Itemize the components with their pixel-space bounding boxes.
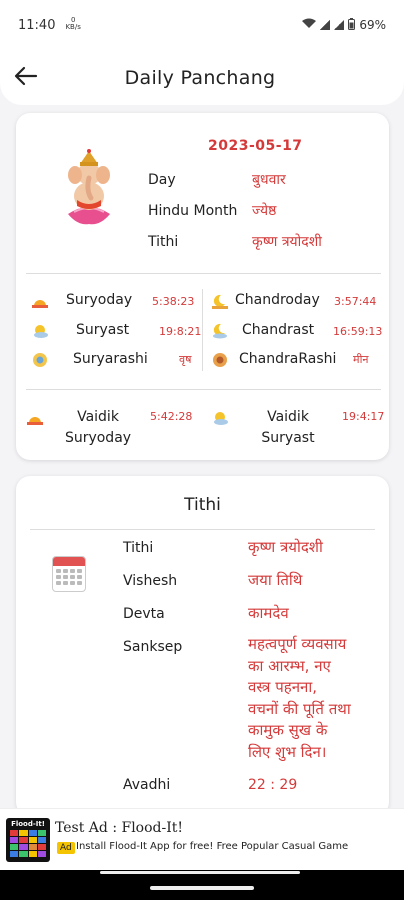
vaidik-suryoday-label: Vaidik Suryoday (58, 407, 138, 449)
sun-sign-icon (31, 351, 49, 369)
nav-indicator-line (100, 871, 300, 874)
moon-sign-icon (211, 351, 229, 369)
avadhi-label: Avadhi (123, 777, 171, 793)
moonset-icon (211, 322, 229, 340)
moonrise-icon (211, 292, 229, 310)
tithi-value: कृष्ण त्रयोदशी (252, 234, 322, 250)
ad-logo-text: Flood-It! (11, 820, 45, 828)
data-rate-unit: KB/s (65, 23, 81, 31)
wifi-icon (302, 18, 317, 32)
tithi-row-value: कृष्ण त्रयोदशी (248, 538, 323, 556)
sanksep-value: महत्वपूर्ण व्यवसाय का आरम्भ, नए वस्त्र प… (248, 634, 383, 763)
sunrise-icon (26, 409, 44, 427)
vaidik-suryoday-label-line2: Suryoday (64, 430, 132, 446)
suryast-value: 19:8:21 (159, 325, 202, 338)
vertical-divider (202, 289, 203, 371)
vishesh-value: जया तिथि (248, 571, 303, 589)
app-header: Daily Panchang (0, 50, 404, 105)
status-bar: 11:40 0 KB/s 69% (0, 0, 404, 50)
sanksep-line: वस्त्र पहनना, (248, 678, 318, 696)
vaidik-suryast-label-line2: Suryast (261, 430, 315, 446)
sunset-icon (31, 322, 49, 340)
vaidik-suryast-label: Vaidik Suryast (248, 407, 328, 449)
date-label: 2023-05-17 (208, 138, 303, 154)
vaidik-suryoday-label-line1: Vaidik (77, 409, 119, 425)
system-nav-bar (0, 870, 404, 900)
panchang-summary-card: 2023-05-17 Day बुधवार Hindu Month ज्येष्… (16, 113, 389, 460)
sanksep-line: का आरम्भ, नए (248, 656, 331, 675)
devta-value: कामदेव (248, 604, 289, 622)
suryoday-label: Suryoday (66, 292, 133, 308)
tithi-label: Tithi (148, 234, 179, 250)
tithi-card: Tithi Tithi कृष्ण त्रयोदशी Vishesh जया त… (16, 476, 389, 816)
suryast-label: Suryast (76, 322, 130, 338)
chandrast-value: 16:59:13 (333, 325, 383, 338)
vaidik-suryoday-value: 5:42:28 (150, 410, 193, 423)
chandrarashi-label: ChandraRashi (239, 351, 337, 367)
vishesh-label: Vishesh (123, 573, 178, 589)
status-time: 11:40 (18, 17, 56, 33)
sanksep-line: कामुक सुख के (248, 721, 328, 739)
ad-logo[interactable]: Flood-It! (6, 818, 50, 862)
battery-icon (348, 17, 356, 33)
arrow-left-icon[interactable] (12, 62, 42, 92)
hindu-month-value: ज्येष्ठ (252, 203, 277, 219)
divider (26, 389, 381, 390)
chandrarashi-value: मीन (353, 353, 369, 366)
sanksep-line: महत्वपूर्ण व्यवसाय (248, 635, 347, 653)
vaidik-suryast-label-line1: Vaidik (267, 409, 309, 425)
suryoday-value: 5:38:23 (152, 295, 195, 308)
ad-text[interactable]: Install Flood-It App for free! Free Popu… (76, 841, 348, 852)
day-value: बुधवार (252, 172, 286, 188)
ad-badge: Ad (57, 842, 75, 854)
devta-label: Devta (123, 606, 165, 622)
calendar-icon (52, 556, 86, 592)
page-title: Daily Panchang (124, 66, 276, 89)
home-gesture-pill[interactable] (150, 886, 254, 890)
ad-title[interactable]: Test Ad : Flood-It! (55, 820, 183, 836)
tithi-section-title: Tithi (184, 495, 221, 515)
sanksep-line: वचनों की पूर्ति तथा (248, 699, 351, 718)
hindu-month-label: Hindu Month (148, 203, 238, 219)
signal-icon-2 (334, 20, 345, 30)
suryarashi-label: Suryarashi (73, 351, 148, 367)
sanksep-label: Sanksep (123, 639, 183, 655)
sunrise-icon (31, 292, 49, 310)
status-icons: 69% (302, 17, 386, 33)
sunset-icon (211, 409, 229, 427)
suryarashi-value: वृष (179, 353, 192, 366)
signal-icon (320, 20, 331, 30)
day-label: Day (148, 172, 176, 188)
ganesha-icon (60, 148, 118, 226)
data-rate: 0 KB/s (65, 17, 80, 31)
chandroday-label: Chandroday (235, 292, 320, 308)
vaidik-suryast-value: 19:4:17 (342, 410, 385, 423)
sanksep-line: लिए शुभ दिन। (248, 742, 327, 761)
battery-percent: 69% (359, 18, 386, 32)
divider (26, 273, 381, 274)
chandroday-value: 3:57:44 (334, 295, 377, 308)
chandrast-label: Chandrast (242, 322, 315, 338)
tithi-row-label: Tithi (123, 540, 154, 556)
ad-banner[interactable]: Flood-It! Test Ad : Flood-It! Ad Install… (0, 808, 404, 870)
avadhi-value: 22 : 29 (248, 777, 298, 793)
divider (30, 529, 375, 530)
